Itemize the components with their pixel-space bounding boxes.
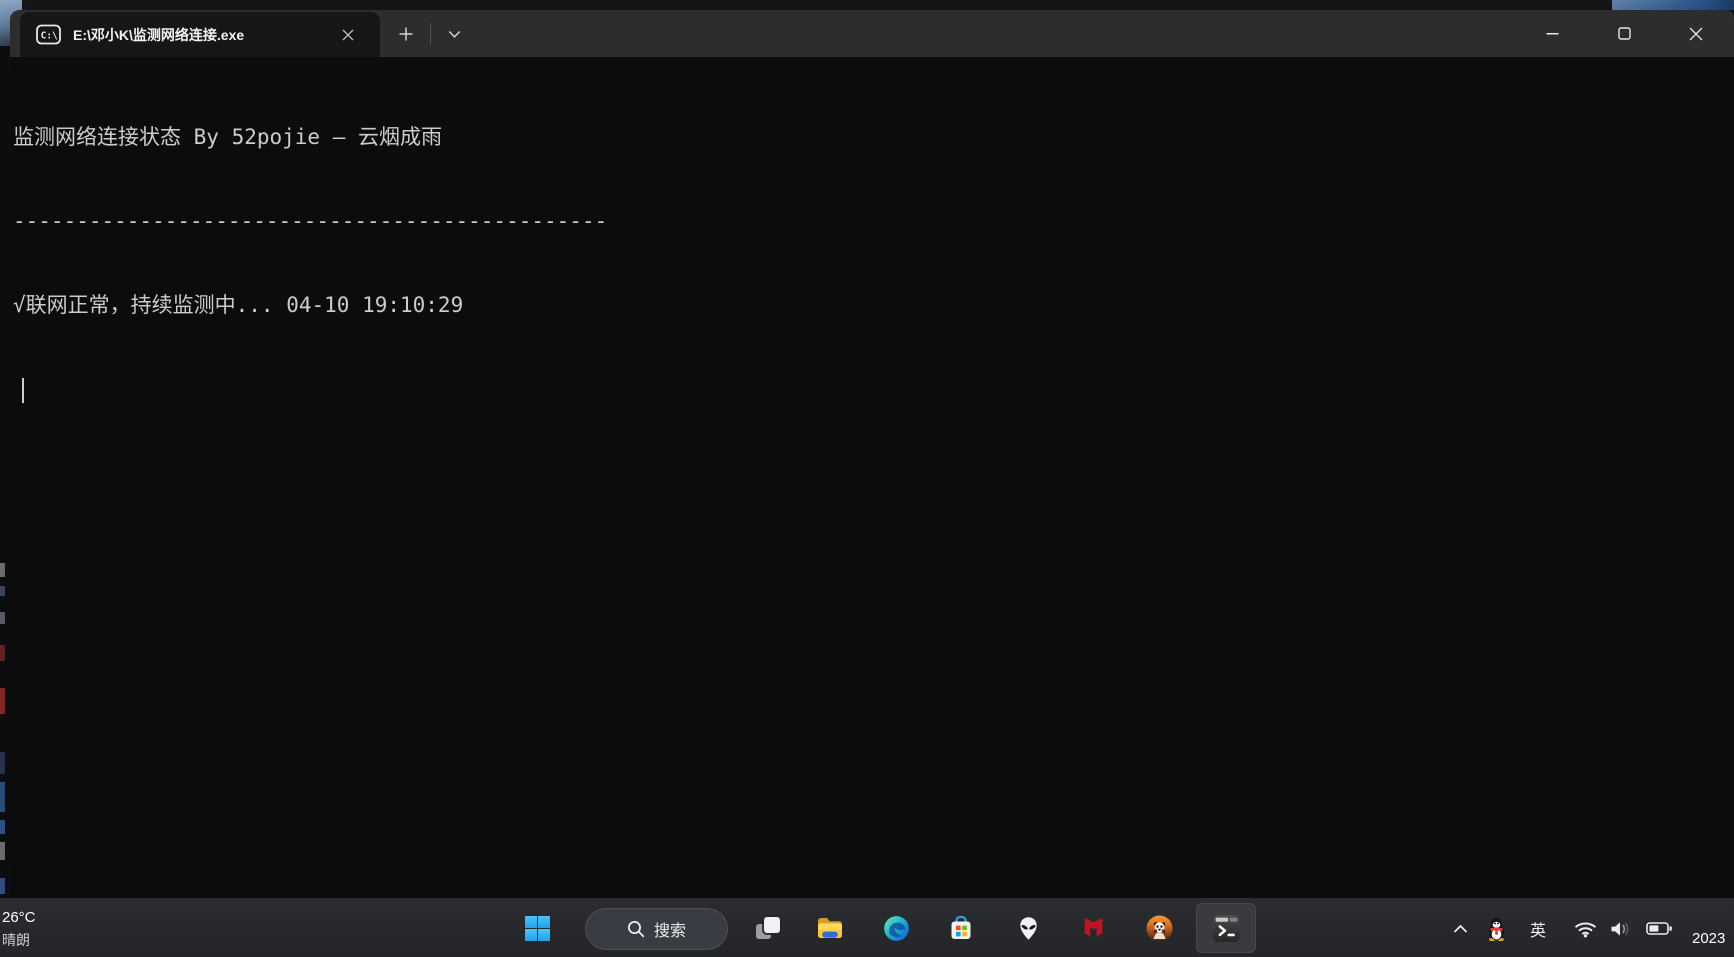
- windows-terminal-icon: [1213, 915, 1240, 942]
- weather-condition: 晴朗: [2, 930, 36, 950]
- windows-start-icon: [525, 916, 550, 941]
- plus-icon: [398, 26, 414, 42]
- minimize-icon: [1546, 27, 1559, 40]
- desktop-screen: C:\ E:\邓小K\监测网络连接.exe: [0, 0, 1734, 957]
- terminal-line: 监测网络连接状态 By 52pojie — 云烟成雨: [13, 123, 1734, 151]
- file-explorer-button[interactable]: [806, 904, 854, 952]
- search-icon: [627, 920, 645, 938]
- qq-icon: [1486, 917, 1507, 941]
- tab-dropdown-button[interactable]: [436, 18, 472, 50]
- minimize-button[interactable]: [1516, 10, 1588, 57]
- search-label: 搜索: [654, 917, 686, 941]
- terminal-window: C:\ E:\邓小K\监测网络连接.exe: [10, 10, 1734, 898]
- tab-close-button[interactable]: [334, 21, 362, 49]
- caption-controls: [1516, 10, 1732, 57]
- maximize-button[interactable]: [1588, 10, 1660, 57]
- terminal-cursor: [22, 378, 24, 403]
- panda-scream-icon: [1146, 915, 1173, 942]
- file-explorer-icon: [816, 916, 844, 940]
- battery-icon: [1646, 921, 1673, 936]
- cmd-icon: C:\: [36, 24, 61, 45]
- chevron-up-icon: [1453, 924, 1468, 934]
- task-view-button[interactable]: [744, 904, 792, 952]
- terminal-separator-line: ----------------------------------------…: [13, 207, 1734, 235]
- maximize-icon: [1618, 27, 1631, 40]
- input-method-indicator[interactable]: 英: [1522, 912, 1554, 945]
- taskbar: 26°C 晴朗 搜索: [0, 898, 1734, 957]
- task-view-icon: [756, 917, 780, 939]
- terminal-status-line: √联网正常，持续监测中... 04-10 19:10:29: [13, 291, 1734, 319]
- tab-title: E:\邓小K\监测网络连接.exe: [73, 25, 334, 45]
- chevron-down-icon: [448, 30, 461, 39]
- tray-overflow-button[interactable]: [1446, 912, 1474, 945]
- start-button[interactable]: [513, 904, 561, 952]
- battery-tray-button[interactable]: [1642, 912, 1676, 945]
- mcafee-icon: [1081, 916, 1106, 941]
- close-icon: [342, 29, 354, 41]
- close-button[interactable]: [1660, 10, 1732, 57]
- volume-tray-button[interactable]: [1604, 912, 1638, 945]
- close-icon: [1689, 27, 1703, 41]
- panda-scream-app-button[interactable]: [1135, 904, 1183, 952]
- desktop-icons-sliver: [0, 46, 9, 898]
- qq-tray-button[interactable]: [1481, 912, 1511, 945]
- microsoft-edge-button[interactable]: [872, 904, 920, 952]
- taskbar-clock-date[interactable]: 2023: [1692, 930, 1734, 947]
- wifi-tray-button[interactable]: [1570, 912, 1600, 945]
- terminal-viewport[interactable]: 监测网络连接状态 By 52pojie — 云烟成雨 -------------…: [10, 57, 1734, 898]
- volume-icon: [1610, 920, 1632, 938]
- new-tab-button[interactable]: [388, 18, 424, 50]
- windows-terminal-button[interactable]: [1196, 903, 1256, 953]
- microsoft-store-button[interactable]: [937, 904, 985, 952]
- tab-bar: C:\ E:\邓小K\监测网络连接.exe: [10, 10, 1734, 57]
- search-box[interactable]: 搜索: [585, 908, 728, 950]
- alienware-button[interactable]: [1004, 904, 1052, 952]
- microsoft-store-icon: [948, 915, 974, 941]
- wifi-icon: [1574, 920, 1597, 938]
- alienware-icon: [1017, 916, 1040, 941]
- mcafee-button[interactable]: [1069, 904, 1117, 952]
- weather-temperature: 26°C: [2, 909, 36, 926]
- tab-bar-separator: [430, 23, 431, 45]
- svg-text:C:\: C:\: [41, 31, 58, 42]
- microsoft-edge-icon: [883, 915, 910, 942]
- terminal-tab[interactable]: C:\ E:\邓小K\监测网络连接.exe: [20, 12, 380, 57]
- weather-widget[interactable]: 26°C 晴朗: [2, 909, 36, 950]
- desktop-wallpaper-sliver-top-right: [1612, 0, 1734, 10]
